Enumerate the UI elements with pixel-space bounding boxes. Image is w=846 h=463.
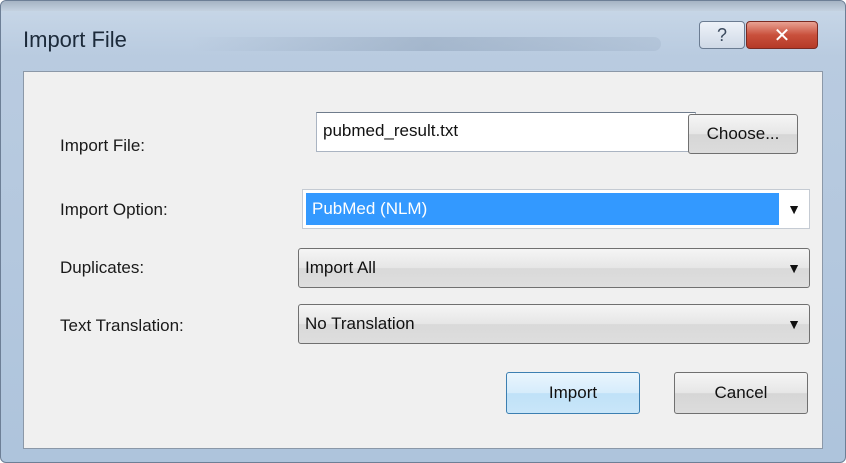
import-file-input[interactable]: pubmed_result.txt (316, 112, 696, 152)
close-button[interactable]: ✕ (746, 21, 818, 49)
choose-button[interactable]: Choose... (688, 114, 798, 154)
duplicates-label: Duplicates: (60, 258, 145, 277)
close-icon: ✕ (773, 24, 791, 47)
import-option-label: Import Option: (60, 200, 168, 219)
import-button[interactable]: Import (506, 372, 640, 414)
import-option-value: PubMed (NLM) (306, 193, 779, 225)
duplicates-value: Import All (305, 258, 376, 277)
help-icon: ? (716, 24, 727, 45)
chevron-down-icon[interactable]: ▼ (779, 260, 809, 276)
cancel-button[interactable]: Cancel (674, 372, 808, 414)
duplicates-select[interactable]: Import All ▼ (298, 248, 810, 288)
text-translation-value: No Translation (305, 314, 415, 333)
dialog-body: Import File: pubmed_result.txt Choose...… (23, 71, 823, 449)
dialog-title: Import File (23, 27, 127, 52)
import-file-dialog: Import File ? ✕ Import File: pubmed_resu… (0, 0, 846, 463)
chevron-down-icon[interactable]: ▼ (779, 316, 809, 332)
title-bar[interactable]: Import File ? ✕ (1, 11, 845, 67)
title-bar-glass-blur (191, 37, 661, 51)
help-button[interactable]: ? (699, 21, 745, 49)
background-window-strip (1, 1, 845, 11)
chevron-down-icon[interactable]: ▼ (779, 201, 809, 217)
text-translation-select[interactable]: No Translation ▼ (298, 304, 810, 344)
import-file-label: Import File: (60, 136, 146, 155)
text-translation-label: Text Translation: (60, 316, 184, 335)
import-option-select[interactable]: PubMed (NLM) ▼ (302, 189, 810, 229)
